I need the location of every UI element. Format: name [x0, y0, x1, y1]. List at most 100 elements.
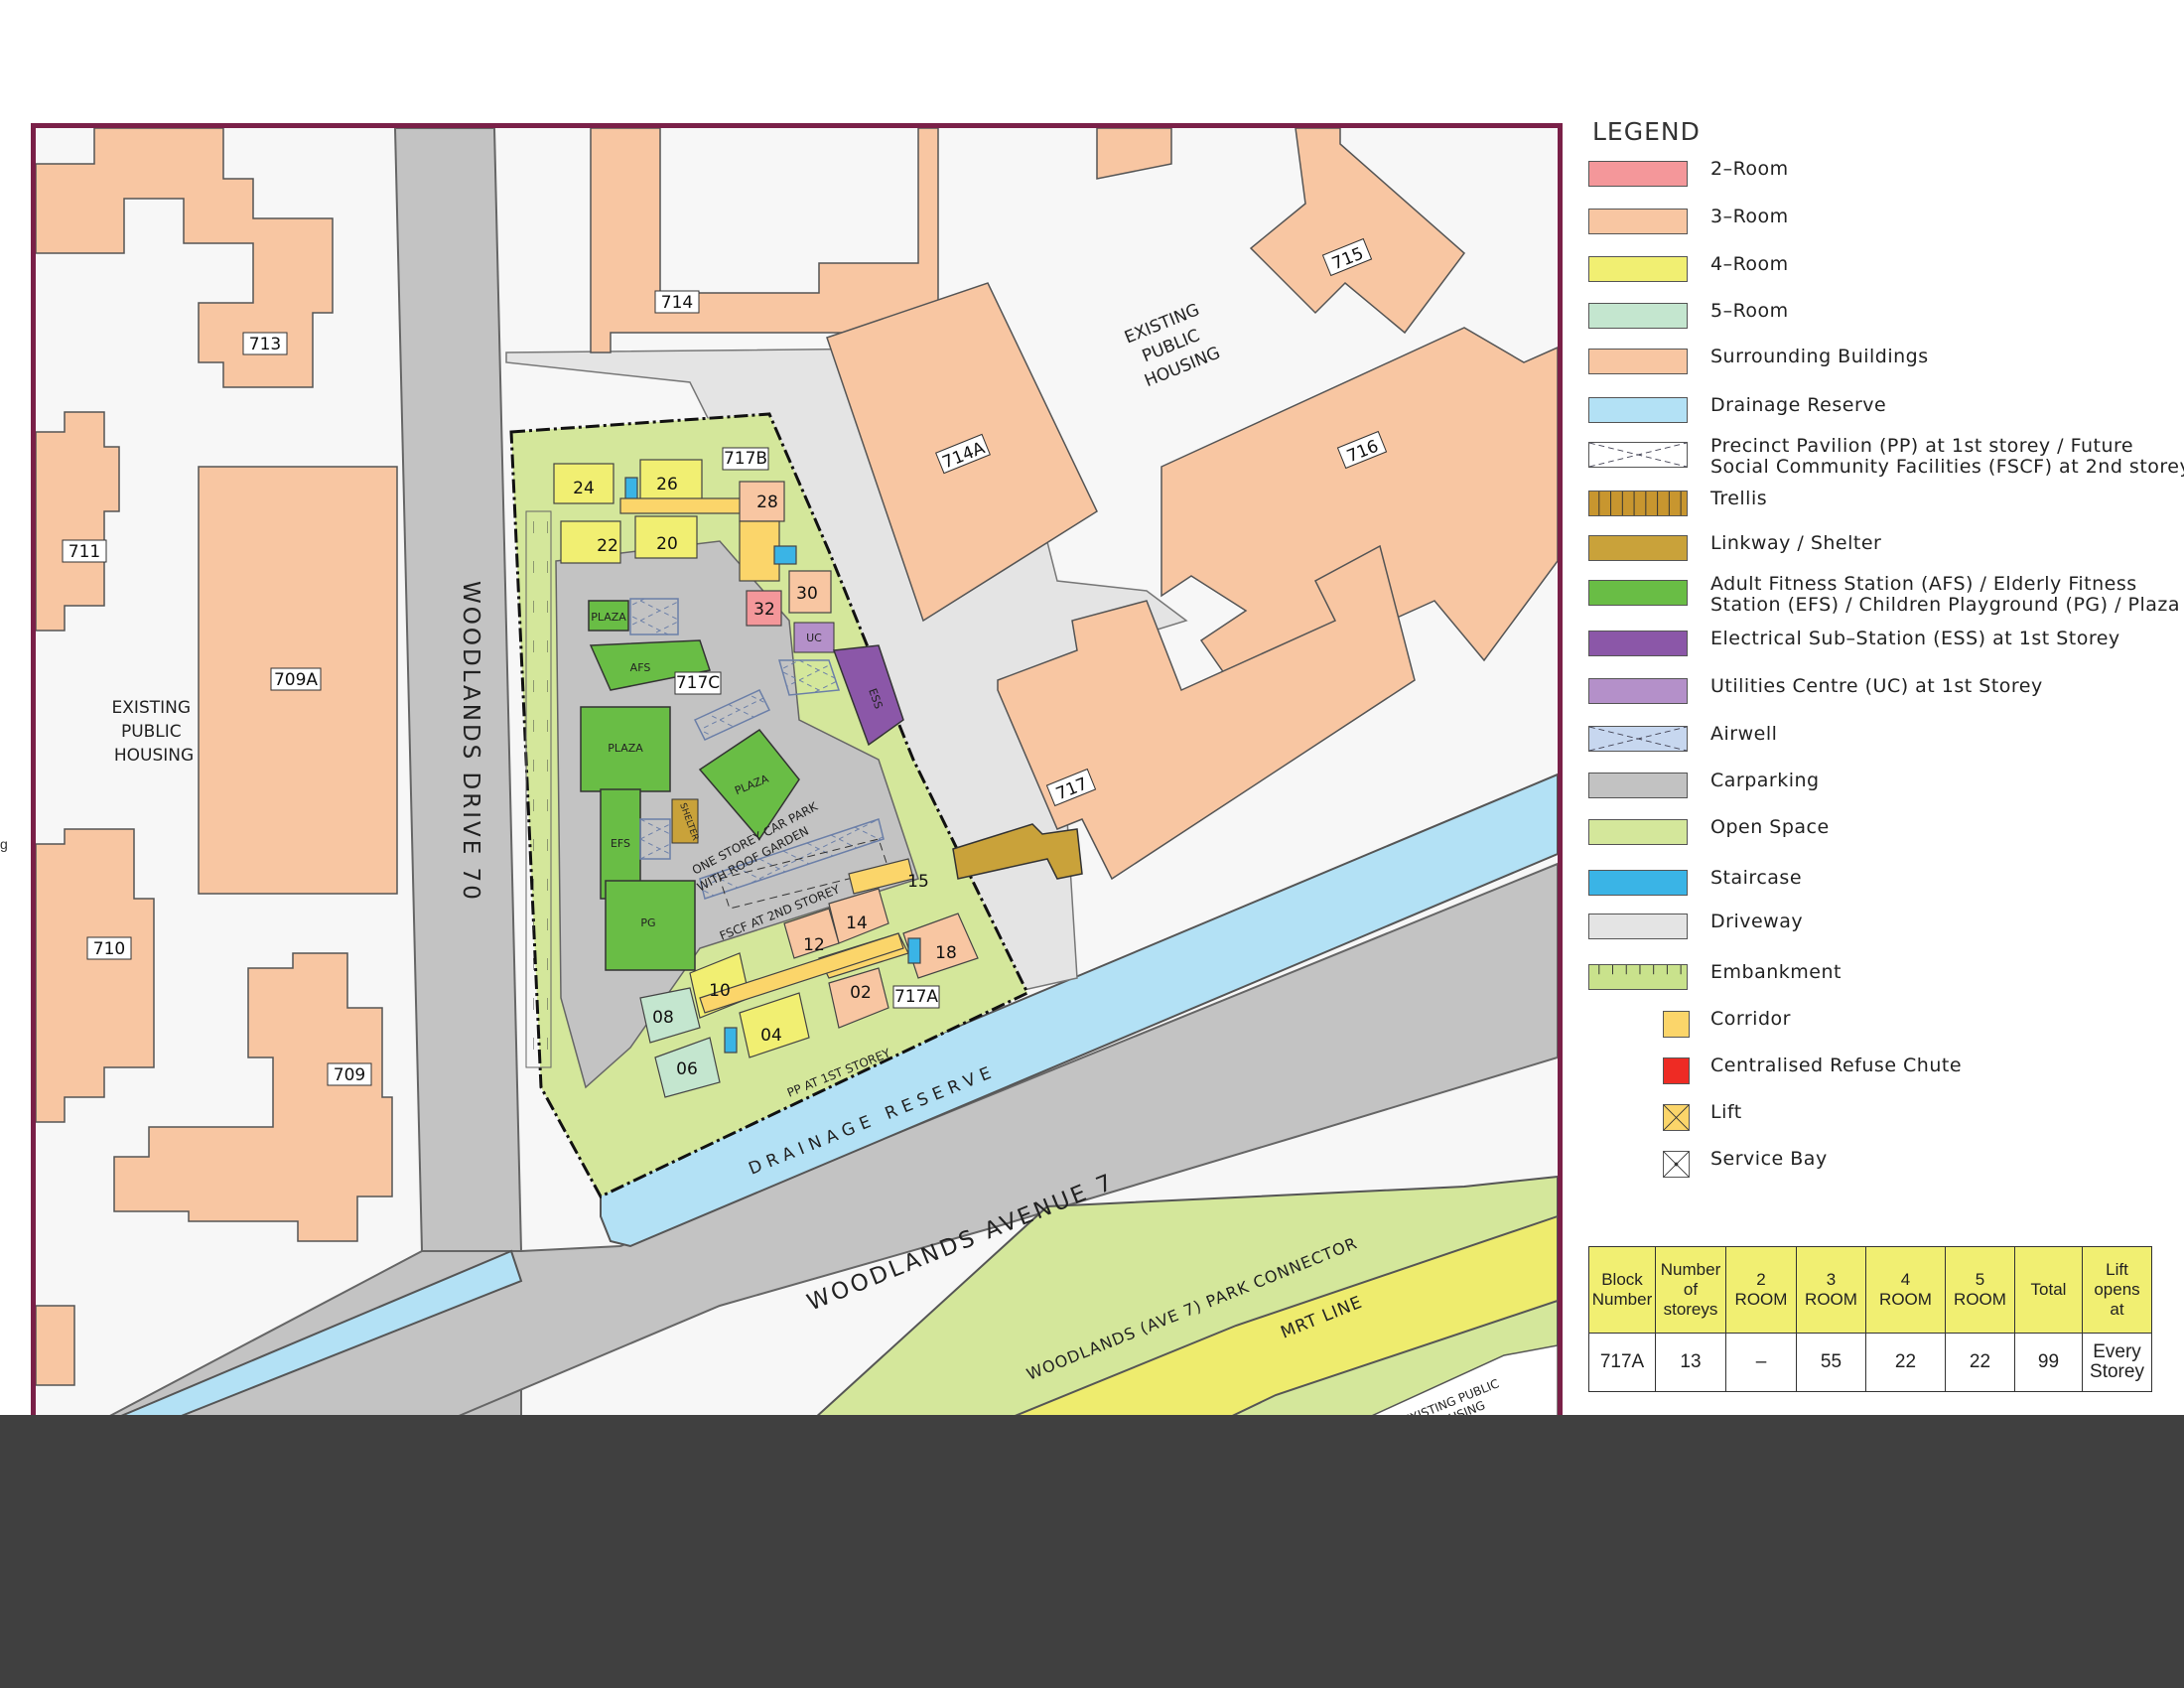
legend-swatch	[1588, 819, 1688, 845]
stack-30: 30	[796, 584, 818, 604]
legend-swatch	[1588, 678, 1688, 704]
stack-24: 24	[573, 479, 595, 498]
legend-label: Surrounding Buildings	[1710, 346, 1929, 367]
cell-4-room: 22	[1865, 1333, 1946, 1392]
legend-label: Corridor	[1710, 1008, 1791, 1030]
cell-lift-opens-at: Every Storey	[2082, 1333, 2152, 1392]
facility-plaza-1: PLAZA	[591, 611, 626, 624]
legend-item: Precinct Pavilion (PP) at 1st storey / F…	[1588, 436, 2184, 478]
viewer-bottom-bar	[0, 1415, 2184, 1688]
legend-item: Electrical Sub–Station (ESS) at 1st Stor…	[1588, 629, 2184, 662]
existing-housing-west-line1: EXISTING	[112, 698, 191, 718]
unit-table-header-row: Block Number Number of storeys 2 ROOM 3 ROOM …	[1588, 1246, 2152, 1334]
legend-swatch	[1588, 580, 1688, 606]
header-total: Total	[2014, 1246, 2083, 1334]
unit-mix-table: Block Number Number of storeys 2 ROOM 3 ROOM …	[1588, 1246, 2152, 1392]
block-711-label: 711	[68, 542, 100, 562]
block-710-label: 710	[93, 939, 125, 959]
legend-label-line2: Social Community Facilities (FSCF) at 2n…	[1710, 456, 2184, 478]
legend-label: 5–Room	[1710, 300, 1789, 322]
legend-label: 3–Room	[1710, 206, 1789, 227]
legend-swatch	[1588, 349, 1688, 374]
legend-label: Service Bay	[1710, 1148, 1828, 1170]
legend-item: 3–Room	[1588, 207, 2184, 240]
table-row: 717A 13 – 55 22 22 99 Every Storey	[1588, 1333, 2152, 1392]
legend-label: Airwell	[1710, 723, 1778, 745]
legend-item: 5–Room	[1588, 301, 2184, 335]
block-709a-label: 709A	[274, 670, 318, 690]
legend-swatch	[1663, 1057, 1690, 1084]
legend-swatch	[1588, 303, 1688, 329]
legend-label: Linkway / Shelter	[1710, 532, 1882, 554]
header-number-of-storeys: Number of storeys	[1655, 1246, 1726, 1334]
site-plan-drawing: WOODLANDS DRIVE 70 WOODLANDS AVENUE 7 WO…	[36, 128, 1558, 1419]
legend-label-line2: Station (EFS) / Children Playground (PG)…	[1710, 594, 2181, 616]
facility-pg: PG	[640, 916, 655, 929]
legend-item: Drainage Reserve	[1588, 395, 2184, 429]
header-2-room: 2 ROOM	[1725, 1246, 1797, 1334]
legend-label: Embankment	[1710, 961, 1842, 983]
legend-item: Airwell	[1588, 724, 2184, 758]
legend-title: LEGEND	[1592, 117, 1701, 146]
existing-housing-west-line2: PUBLIC	[121, 722, 182, 742]
stack-26: 26	[656, 475, 678, 494]
facility-efs: EFS	[611, 837, 630, 850]
legend-swatch	[1588, 397, 1688, 423]
legend-label: Trellis	[1710, 488, 1768, 509]
embankment-strip	[525, 510, 552, 1068]
header-3-room: 3 ROOM	[1796, 1246, 1866, 1334]
cell-number-of-storeys: 13	[1655, 1333, 1726, 1392]
legend-item: Staircase	[1588, 868, 2184, 902]
legend-label: Staircase	[1710, 867, 1803, 889]
stack-14: 14	[846, 914, 868, 933]
block-714-label: 714	[661, 293, 693, 313]
facility-plaza-2: PLAZA	[608, 742, 643, 755]
legend-label: Precinct Pavilion (PP) at 1st storey / F…	[1710, 435, 2134, 457]
stack-10: 10	[709, 981, 731, 1001]
legend-item: Embankment	[1588, 962, 2184, 996]
legend-item: 2–Room	[1588, 159, 2184, 193]
legend-swatch	[1663, 1011, 1690, 1038]
legend-item: Open Space	[1588, 817, 2184, 851]
stack-12: 12	[803, 935, 825, 955]
legend-item: Service Bay	[1588, 1149, 2184, 1183]
block-709-label: 709	[334, 1065, 365, 1085]
header-4-room: 4 ROOM	[1865, 1246, 1946, 1334]
legend-item: Centralised Refuse Chute	[1588, 1055, 2184, 1089]
street-woodlands-drive-70: WOODLANDS DRIVE 70	[458, 581, 483, 903]
stack-04: 04	[760, 1026, 782, 1046]
facility-uc: UC	[806, 632, 822, 644]
stack-08: 08	[652, 1008, 674, 1028]
legend-label: Lift	[1710, 1101, 1742, 1123]
site-plan-map: WOODLANDS DRIVE 70 WOODLANDS AVENUE 7 WO…	[31, 123, 1563, 1419]
block-717a-label: 717A	[894, 987, 938, 1007]
existing-housing-west-line3: HOUSING	[114, 746, 194, 766]
legend-swatch	[1588, 914, 1688, 939]
header-lift-opens-at: Lift opens at	[2082, 1246, 2152, 1334]
header-block-number: Block Number	[1588, 1246, 1656, 1334]
cell-total: 99	[2014, 1333, 2083, 1392]
legend-swatch	[1588, 256, 1688, 282]
legend-item: Corridor	[1588, 1009, 2184, 1043]
legend-swatch	[1588, 726, 1688, 752]
legend-swatch	[1588, 491, 1688, 516]
legend-item: Lift	[1588, 1102, 2184, 1136]
legend-label: Electrical Sub–Station (ESS) at 1st Stor…	[1710, 628, 2120, 649]
block-717c-label: 717C	[676, 673, 720, 693]
legend-item: 4–Room	[1588, 254, 2184, 288]
legend-label: Adult Fitness Station (AFS) / Elderly Fi…	[1710, 573, 2137, 595]
cell-2-room: –	[1725, 1333, 1797, 1392]
legend-label: 2–Room	[1710, 158, 1789, 180]
header-5-room: 5 ROOM	[1945, 1246, 2015, 1334]
block-717b-label: 717B	[724, 449, 767, 469]
facility-afs: AFS	[630, 661, 651, 674]
stack-20: 20	[656, 534, 678, 554]
legend-item: Carparking	[1588, 771, 2184, 804]
stack-06: 06	[676, 1059, 698, 1079]
legend-swatch	[1588, 631, 1688, 656]
legend-swatch	[1588, 442, 1688, 468]
legend-swatch	[1588, 964, 1688, 990]
legend-label: Utilities Centre (UC) at 1st Storey	[1710, 675, 2043, 697]
legend-label: 4–Room	[1710, 253, 1789, 275]
stack-22: 22	[597, 536, 618, 556]
